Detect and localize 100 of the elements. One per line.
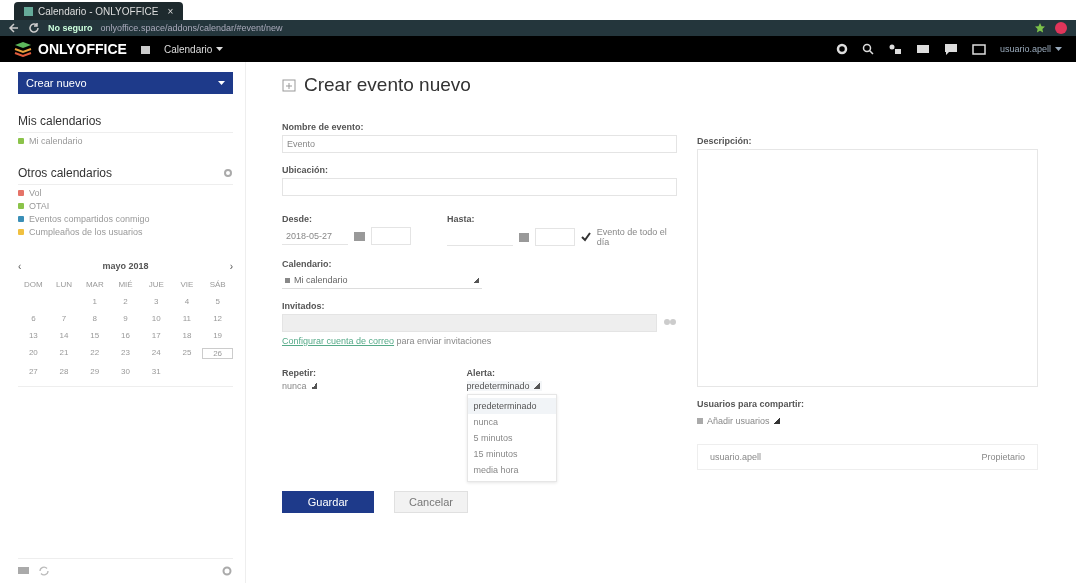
alert-dropdown[interactable]: predeterminado (466, 381, 542, 391)
guests-field[interactable] (282, 314, 657, 332)
alert-option[interactable]: 15 minutos (467, 446, 556, 462)
calendar-day[interactable]: 19 (202, 331, 233, 340)
back-arrow-icon[interactable] (8, 22, 20, 34)
weekday-label: JUE (147, 280, 165, 289)
user-role: Propietario (981, 452, 1025, 462)
calendar-day[interactable]: 16 (110, 331, 141, 340)
repeat-dropdown[interactable]: nunca (282, 381, 319, 391)
calendar-day[interactable]: 29 (79, 367, 111, 376)
create-new-button[interactable]: Crear nuevo (18, 72, 233, 94)
search-icon[interactable] (861, 43, 874, 55)
user-menu[interactable]: usuario.apell (999, 44, 1051, 54)
reload-icon[interactable] (28, 22, 40, 34)
calendar-day[interactable]: 9 (110, 314, 141, 323)
calendar-day[interactable]: 1 (79, 297, 111, 306)
caret-icon[interactable] (1055, 47, 1062, 51)
calendar-icon (24, 6, 33, 16)
calendar-day[interactable]: 17 (140, 331, 172, 340)
calendar-day[interactable]: 14 (48, 331, 80, 340)
calendar-day[interactable]: 3 (140, 297, 172, 306)
calendar-item[interactable]: Cumpleaños de los usuarios (18, 227, 233, 237)
calendar-day[interactable]: 21 (48, 348, 80, 359)
logo-icon (14, 41, 32, 57)
calendar-day[interactable]: 12 (202, 314, 233, 323)
calendar-item[interactable]: OTAI (18, 201, 233, 211)
field-label: Repetir: (282, 368, 317, 378)
calendar-day[interactable]: 20 (18, 348, 49, 359)
alert-option[interactable]: nunca (467, 414, 556, 430)
logo-text: ONLYOFFICE (38, 41, 127, 57)
calendar-day[interactable]: 4 (171, 297, 203, 306)
calendar-day[interactable]: 8 (79, 314, 111, 323)
calendar-item[interactable]: Eventos compartidos conmigo (18, 214, 233, 224)
weekday-label: DOM (23, 280, 44, 289)
calendar-day[interactable]: 13 (18, 331, 49, 340)
url-text[interactable]: onlyoffice.space/addons/calendar/#event/new (100, 23, 1026, 33)
calendar-day[interactable]: 25 (171, 348, 203, 359)
calendar-day[interactable]: 27 (18, 367, 49, 376)
section-title: Mis calendarios (18, 114, 102, 128)
next-month-button[interactable]: › (229, 261, 233, 272)
browser-tab[interactable]: Calendario - ONLYOFFICE × (14, 2, 184, 20)
cancel-button[interactable]: Cancelar (394, 491, 468, 513)
caret-icon (218, 81, 225, 85)
alert-option[interactable]: predeterminado (467, 398, 556, 414)
field-label: Hasta: (447, 214, 476, 224)
calendar-day[interactable]: 7 (48, 314, 80, 323)
caret-icon[interactable] (216, 47, 224, 51)
calendar-day[interactable]: 31 (140, 367, 172, 376)
security-label: No seguro (48, 23, 93, 33)
field-label: Invitados: (282, 301, 326, 311)
weekday-label: MAR (84, 280, 105, 289)
section-title: Otros calendarios (18, 166, 113, 180)
tab-title: Calendario - ONLYOFFICE (38, 5, 159, 17)
calendar-day[interactable]: 23 (110, 348, 141, 359)
calendar-day[interactable]: 6 (18, 314, 49, 323)
alert-option[interactable]: media hora (467, 462, 556, 478)
field-label: Calendario: (282, 259, 333, 269)
chat-icon[interactable] (943, 43, 958, 55)
field-label: Nombre de evento: (282, 122, 365, 132)
field-label: Alerta: (466, 368, 497, 378)
prev-month-button[interactable]: ‹ (18, 261, 22, 272)
alert-option[interactable]: 5 minutos (467, 430, 556, 446)
calendar-day[interactable]: 11 (171, 314, 203, 323)
shared-user: usuario.apell (710, 452, 762, 462)
module-menu[interactable]: Calendario (163, 43, 213, 55)
all-day-label: Evento de todo el día (596, 227, 668, 247)
calendar-icon (140, 44, 150, 54)
calendar-day[interactable]: 24 (140, 348, 172, 359)
calendar-day[interactable]: 28 (48, 367, 80, 376)
location-field[interactable] (282, 178, 677, 196)
star-icon[interactable] (1034, 22, 1046, 34)
calendar-day[interactable]: 2 (110, 297, 141, 306)
sync-icon[interactable] (38, 565, 50, 577)
mail-icon[interactable] (915, 43, 930, 55)
end-time-field[interactable] (535, 228, 576, 246)
event-name-field[interactable]: Evento (282, 135, 677, 153)
calendar-item[interactable]: Mi calendario (18, 136, 233, 146)
calendar-day[interactable]: 15 (79, 331, 111, 340)
extension-icon[interactable] (1054, 21, 1068, 35)
add-users-button[interactable]: Añadir usuarios (697, 416, 782, 426)
calendar-item[interactable]: Vol (18, 188, 233, 198)
tab-close-button[interactable]: × (167, 5, 174, 17)
all-day-checkbox[interactable] (581, 232, 591, 242)
calendar-add-icon (282, 78, 296, 92)
start-time-field[interactable] (371, 227, 411, 245)
calendar-day[interactable]: 5 (202, 297, 233, 306)
guests-note: para enviar invitaciones (396, 336, 492, 346)
save-button[interactable]: Guardar (282, 491, 374, 513)
weekday-label: MIÉ (117, 280, 134, 289)
calendar-day[interactable]: 30 (110, 367, 141, 376)
calendar-day[interactable]: 26 (202, 348, 233, 359)
calendar-day[interactable]: 10 (140, 314, 172, 323)
mail-settings-link[interactable]: Configurar cuenta de correo (282, 336, 395, 346)
page-title: Crear evento nuevo (304, 74, 471, 96)
calendar-day[interactable]: 22 (79, 348, 111, 359)
field-label: Usuarios para compartir: (697, 399, 806, 409)
field-label: Descripción: (697, 136, 753, 146)
description-field[interactable] (697, 149, 1038, 387)
calendar-icon[interactable] (971, 43, 986, 55)
calendar-day[interactable]: 18 (171, 331, 203, 340)
